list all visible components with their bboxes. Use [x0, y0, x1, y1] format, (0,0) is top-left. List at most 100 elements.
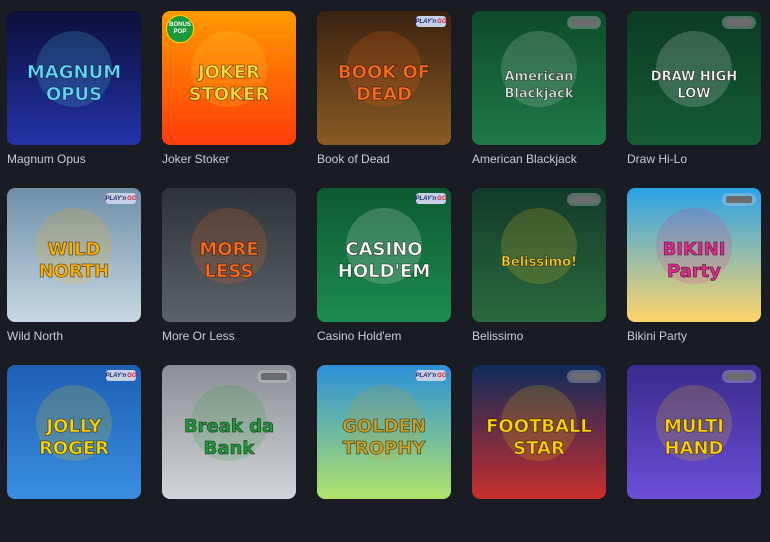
game-title[interactable]: Casino Hold'em: [317, 329, 451, 343]
provider-badge: [257, 370, 291, 383]
artwork-lettering: HOLD'EM: [338, 261, 431, 282]
artwork-lettering: DEAD: [356, 84, 412, 105]
game-artwork: BOOK OFDEAD: [317, 11, 451, 145]
game-thumbnail[interactable]: American Blackjack: [472, 11, 606, 145]
artwork-lettering: JOKER: [196, 62, 260, 83]
game-artwork: JOLLYROGER: [7, 365, 141, 499]
artwork-glow: [501, 208, 577, 284]
game-thumbnail[interactable]: CASINO HOLD'EM PLAY'n GO: [317, 188, 451, 322]
badge-play-text: PLAY'n: [415, 372, 437, 379]
bonus-pop-badge: BONUS POP: [166, 15, 194, 43]
game-thumbnail[interactable]: MULTI HAND: [627, 365, 761, 499]
game-title[interactable]: Book of Dead: [317, 152, 451, 166]
game-artwork: Belissimo!: [472, 188, 606, 322]
game-artwork: MAGNUMOPUS: [7, 11, 141, 145]
game-card[interactable]: FOOTBALL STAR: [472, 365, 606, 542]
artwork-lettering: American: [504, 70, 573, 85]
game-title[interactable]: Joker Stoker: [162, 152, 296, 166]
provider-badge: [722, 16, 756, 29]
artwork-lettering: Party: [667, 261, 721, 282]
provider-badge: [722, 193, 756, 206]
game-card[interactable]: Belissimo! Belissimo: [472, 188, 606, 365]
game-thumbnail[interactable]: WILD NORTH PLAY'n GO: [7, 188, 141, 322]
game-card[interactable]: Break da Bank: [162, 365, 296, 542]
artwork-lettering: GOLDEN: [342, 416, 426, 437]
game-title[interactable]: American Blackjack: [472, 152, 606, 166]
game-artwork: FOOTBALLSTAR: [472, 365, 606, 499]
game-thumbnail[interactable]: Belissimo!: [472, 188, 606, 322]
artwork-lettering: BIKINI: [663, 239, 726, 260]
game-thumbnail[interactable]: GOLDEN TROPHY PLAY'n GO: [317, 365, 451, 499]
game-card[interactable]: MAGNUM OPUS Magnum Opus: [7, 11, 141, 188]
artwork-lettering: Bank: [204, 438, 256, 459]
artwork-lettering: BOOK OF: [338, 62, 430, 83]
badge-play-text: PLAY'n: [415, 195, 437, 202]
badge-go-text: GO: [127, 372, 137, 379]
game-thumbnail[interactable]: MAGNUM OPUS: [7, 11, 141, 145]
game-thumbnail[interactable]: BOOK OF DEAD PLAY'n GO: [317, 11, 451, 145]
game-title[interactable]: Draw Hi-Lo: [627, 152, 761, 166]
artwork-lettering: MAGNUM: [27, 62, 121, 83]
provider-logo-icon: [726, 196, 752, 203]
provider-logo-icon: [726, 373, 752, 380]
badge-play-text: PLAY'n: [105, 195, 127, 202]
game-title[interactable]: Bikini Party: [627, 329, 761, 343]
provider-logo-icon: [726, 19, 752, 26]
artwork-lettering: MULTI: [664, 416, 724, 437]
artwork-lettering: CASINO: [345, 239, 422, 260]
artwork-lettering: LOW: [677, 87, 710, 102]
provider-logo-icon: [571, 196, 597, 203]
game-card[interactable]: BIKINI Party Bikini Party: [627, 188, 761, 365]
artwork-lettering: NORTH: [39, 261, 110, 282]
badge-play-text: PLAY'n: [105, 372, 127, 379]
game-card[interactable]: DRAW HIGH LOW Draw Hi-Lo: [627, 11, 761, 188]
artwork-lettering: STOKER: [189, 84, 270, 105]
game-artwork: WILDNORTH: [7, 188, 141, 322]
playngo-badge: PLAY'n GO: [105, 370, 137, 381]
artwork-lettering: TROPHY: [343, 438, 427, 459]
game-title[interactable]: More Or Less: [162, 329, 296, 343]
game-artwork: MORELESS: [162, 188, 296, 322]
game-card[interactable]: MULTI HAND: [627, 365, 761, 542]
playngo-badge: PLAY'n GO: [415, 16, 447, 27]
game-thumbnail[interactable]: Break da Bank: [162, 365, 296, 499]
artwork-lettering: DRAW HIGH: [651, 70, 737, 85]
game-artwork: American Blackjack: [472, 11, 606, 145]
game-title[interactable]: Wild North: [7, 329, 141, 343]
provider-badge: [722, 370, 756, 383]
game-card[interactable]: WILD NORTH PLAY'n GO Wild North: [7, 188, 141, 365]
game-artwork: Break daBank: [162, 365, 296, 499]
game-card[interactable]: JOKER STOKER BONUS POP Joker Stoker: [162, 11, 296, 188]
game-card[interactable]: CASINO HOLD'EM PLAY'n GO Casino Hold'em: [317, 188, 451, 365]
artwork-lettering: WILD: [48, 239, 101, 260]
game-title[interactable]: Magnum Opus: [7, 152, 141, 166]
game-card[interactable]: MORE LESS More Or Less: [162, 188, 296, 365]
playngo-badge: PLAY'n GO: [105, 193, 137, 204]
artwork-lettering: STAR: [513, 438, 565, 459]
provider-badge: [567, 370, 601, 383]
provider-logo-icon: [261, 373, 287, 380]
game-artwork: DRAW HIGH LOW: [627, 11, 761, 145]
provider-badge: [567, 16, 601, 29]
game-thumbnail[interactable]: MORE LESS: [162, 188, 296, 322]
badge-play-text: PLAY'n: [415, 18, 437, 25]
game-thumbnail[interactable]: JOLLY ROGER PLAY'n GO: [7, 365, 141, 499]
playngo-badge: PLAY'n GO: [415, 193, 447, 204]
artwork-lettering: Break da: [184, 416, 274, 437]
game-thumbnail[interactable]: JOKER STOKER BONUS POP: [162, 11, 296, 145]
game-artwork: CASINOHOLD'EM: [317, 188, 451, 322]
game-artwork: GOLDENTROPHY: [317, 365, 451, 499]
artwork-lettering: Belissimo!: [501, 255, 577, 270]
game-title[interactable]: Belissimo: [472, 329, 606, 343]
game-card[interactable]: BOOK OF DEAD PLAY'n GO Book of Dead: [317, 11, 451, 188]
game-artwork: MULTIHAND: [627, 365, 761, 499]
game-thumbnail[interactable]: DRAW HIGH LOW: [627, 11, 761, 145]
game-card[interactable]: American Blackjack American Blackjack: [472, 11, 606, 188]
artwork-lettering: HAND: [664, 438, 723, 459]
badge-go-text: GO: [437, 195, 447, 202]
artwork-lettering: ROGER: [39, 438, 109, 459]
game-card[interactable]: JOLLY ROGER PLAY'n GO: [7, 365, 141, 542]
game-thumbnail[interactable]: FOOTBALL STAR: [472, 365, 606, 499]
game-card[interactable]: GOLDEN TROPHY PLAY'n GO: [317, 365, 451, 542]
game-thumbnail[interactable]: BIKINI Party: [627, 188, 761, 322]
